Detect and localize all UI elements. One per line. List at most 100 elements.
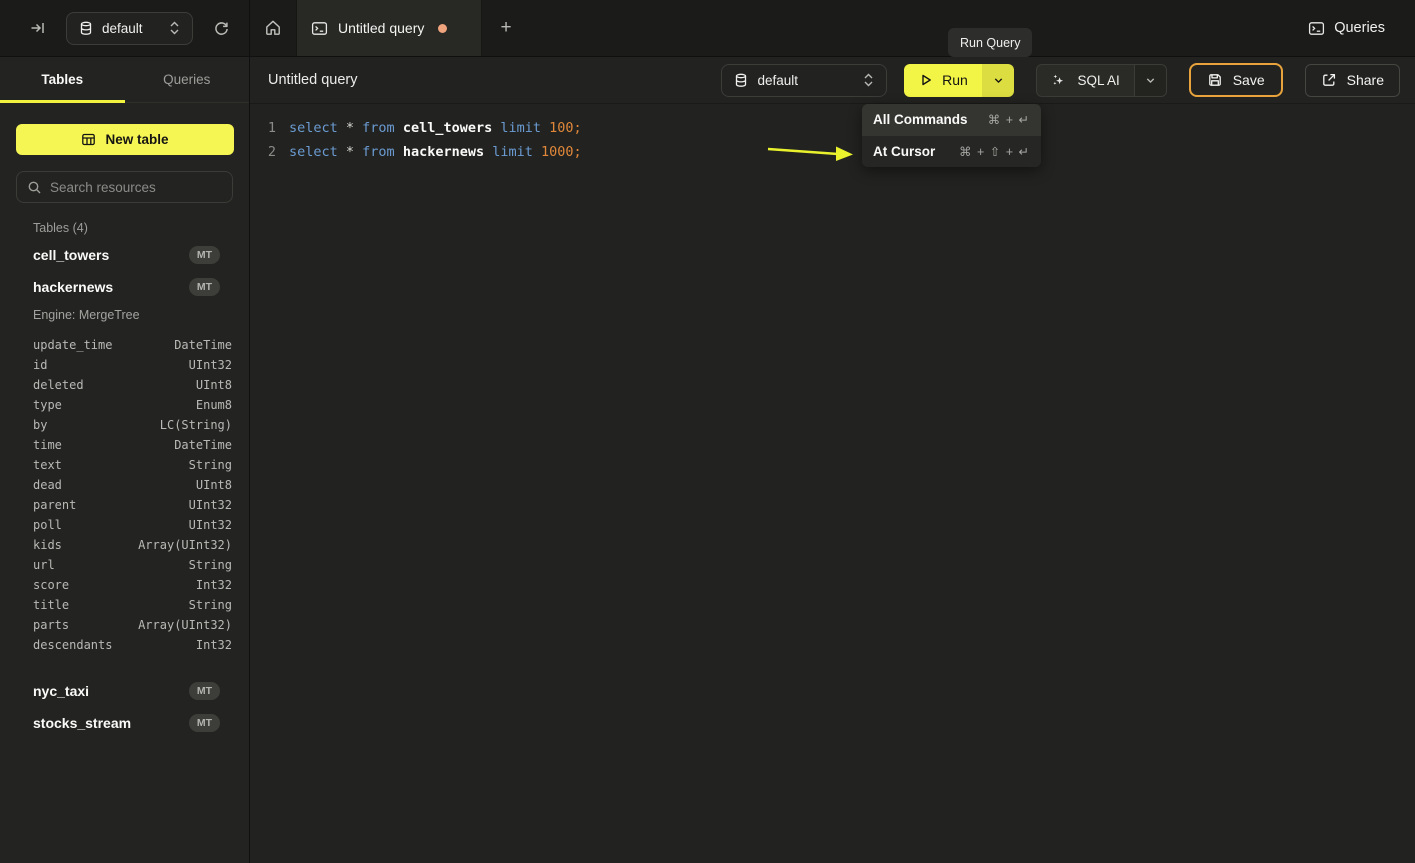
menu-item-all-commands[interactable]: All Commands ⌘ + ↵ xyxy=(862,104,1041,136)
column-type: UInt32 xyxy=(189,358,232,372)
column-name: score xyxy=(33,578,196,592)
sql-ai-options-caret[interactable] xyxy=(1134,65,1166,96)
menu-item-label: At Cursor xyxy=(873,144,935,159)
column-type: String xyxy=(189,558,232,572)
column-name: type xyxy=(33,398,196,412)
column-name: by xyxy=(33,418,160,432)
toolbar-controls: default Run xyxy=(721,63,1400,97)
column-row-by: byLC(String) xyxy=(0,415,249,435)
new-table-button[interactable]: New table xyxy=(16,124,234,155)
column-type: Array(UInt32) xyxy=(138,538,232,552)
column-row-url: urlString xyxy=(0,555,249,575)
column-row-score: scoreInt32 xyxy=(0,575,249,595)
run-button-label: Run xyxy=(942,72,968,88)
search-icon xyxy=(27,180,42,195)
database-icon xyxy=(734,73,748,88)
table-name: hackernews xyxy=(33,279,189,295)
top-bar-left: default xyxy=(0,0,250,56)
refresh-icon[interactable] xyxy=(207,14,235,42)
table-grid-icon xyxy=(81,132,96,147)
column-row-parent: parentUInt32 xyxy=(0,495,249,515)
database-selector-value: default xyxy=(102,21,143,36)
tab-title: Untitled query xyxy=(338,20,424,36)
run-options-caret[interactable] xyxy=(982,64,1014,97)
sidebar-tab-tables[interactable]: Tables xyxy=(0,57,125,102)
save-button-label: Save xyxy=(1233,72,1265,88)
column-name: deleted xyxy=(33,378,196,392)
select-caret-icon xyxy=(863,73,874,87)
code-line-2[interactable]: 2 select * from hackernews limit 1000; xyxy=(250,140,1415,164)
engine-badge: MT xyxy=(189,246,220,264)
share-icon xyxy=(1321,72,1337,88)
unsaved-indicator-dot xyxy=(438,24,447,33)
column-row-poll: pollUInt32 xyxy=(0,515,249,535)
table-row-stocks_stream[interactable]: stocks_streamMT xyxy=(0,707,249,739)
table-row-cell_towers[interactable]: cell_towersMT xyxy=(0,239,249,271)
column-type: Enum8 xyxy=(196,398,232,412)
run-query-tooltip: Run Query xyxy=(948,28,1032,57)
column-type: UInt32 xyxy=(189,518,232,532)
sql-ai-button-main[interactable]: SQL AI xyxy=(1037,65,1133,96)
search-input[interactable] xyxy=(50,180,227,195)
column-row-type: typeEnum8 xyxy=(0,395,249,415)
sparkles-icon xyxy=(1051,72,1067,88)
column-row-id: idUInt32 xyxy=(0,355,249,375)
share-button[interactable]: Share xyxy=(1305,64,1400,97)
queries-button-label: Queries xyxy=(1334,20,1385,36)
column-type: Int32 xyxy=(196,578,232,592)
query-title: Untitled query xyxy=(268,72,721,88)
database-selector[interactable]: default xyxy=(721,64,887,97)
collapse-sidebar-icon[interactable] xyxy=(24,14,52,42)
column-name: text xyxy=(33,458,189,472)
column-type: LC(String) xyxy=(160,418,232,432)
table-name: stocks_stream xyxy=(33,715,189,731)
column-row-title: titleString xyxy=(0,595,249,615)
column-row-kids: kidsArray(UInt32) xyxy=(0,535,249,555)
run-button: Run xyxy=(904,64,1014,97)
engine-badge: MT xyxy=(189,682,220,700)
home-button[interactable] xyxy=(250,0,296,56)
save-button[interactable]: Save xyxy=(1189,63,1283,97)
engine-badge: MT xyxy=(189,714,220,732)
column-row-text: textString xyxy=(0,455,249,475)
column-row-deleted: deletedUInt8 xyxy=(0,375,249,395)
column-row-update_time: update_timeDateTime xyxy=(0,335,249,355)
run-button-main[interactable]: Run xyxy=(904,64,982,97)
console-icon xyxy=(1308,20,1325,37)
sql-ai-button: SQL AI xyxy=(1036,64,1166,97)
save-icon xyxy=(1207,72,1223,88)
menu-item-shortcut: ⌘ + ⇧ + ↵ xyxy=(959,144,1030,159)
database-selector[interactable]: default xyxy=(66,12,193,45)
queries-button[interactable]: Queries xyxy=(1308,20,1385,37)
table-row-hackernews[interactable]: hackernewsMT xyxy=(0,271,249,303)
column-type: String xyxy=(189,598,232,612)
column-name: poll xyxy=(33,518,189,532)
code-line-1[interactable]: 1select * from cell_towers limit 100; xyxy=(250,116,1415,140)
sql-editor[interactable]: 1select * from cell_towers limit 100; 2 se… xyxy=(250,104,1415,164)
table-row-nyc_taxi[interactable]: nyc_taxiMT xyxy=(0,675,249,707)
column-row-descendants: descendantsInt32 xyxy=(0,635,249,655)
column-name: parts xyxy=(33,618,138,632)
line-number: 2 xyxy=(250,144,276,160)
select-caret-icon xyxy=(169,21,180,35)
sidebar-tabs: Tables Queries xyxy=(0,57,249,103)
code-text: select * from cell_towers limit 100; xyxy=(289,120,582,136)
table-name: nyc_taxi xyxy=(33,683,189,699)
menu-item-at-cursor[interactable]: At Cursor ⌘ + ⇧ + ↵ xyxy=(862,136,1041,168)
column-name: dead xyxy=(33,478,196,492)
code-text: select * from hackernews limit 1000; xyxy=(289,144,582,160)
new-tab-button[interactable]: + xyxy=(482,0,530,56)
column-row-dead: deadUInt8 xyxy=(0,475,249,495)
column-row-time: timeDateTime xyxy=(0,435,249,455)
engine-badge: MT xyxy=(189,278,220,296)
sql-ai-button-label: SQL AI xyxy=(1077,73,1119,88)
menu-item-shortcut: ⌘ + ↵ xyxy=(988,112,1030,127)
run-options-menu: All Commands ⌘ + ↵ At Cursor ⌘ + ⇧ + ↵ xyxy=(862,104,1041,167)
tables-list: cell_towersMThackernewsMTEngine: MergeTr… xyxy=(0,239,249,739)
menu-item-label: All Commands xyxy=(873,112,968,127)
new-table-button-label: New table xyxy=(105,132,168,147)
sidebar-tab-queries[interactable]: Queries xyxy=(125,57,250,102)
column-name: parent xyxy=(33,498,189,512)
tab-untitled-query[interactable]: Untitled query xyxy=(296,0,482,56)
top-bar: default xyxy=(0,0,1415,57)
